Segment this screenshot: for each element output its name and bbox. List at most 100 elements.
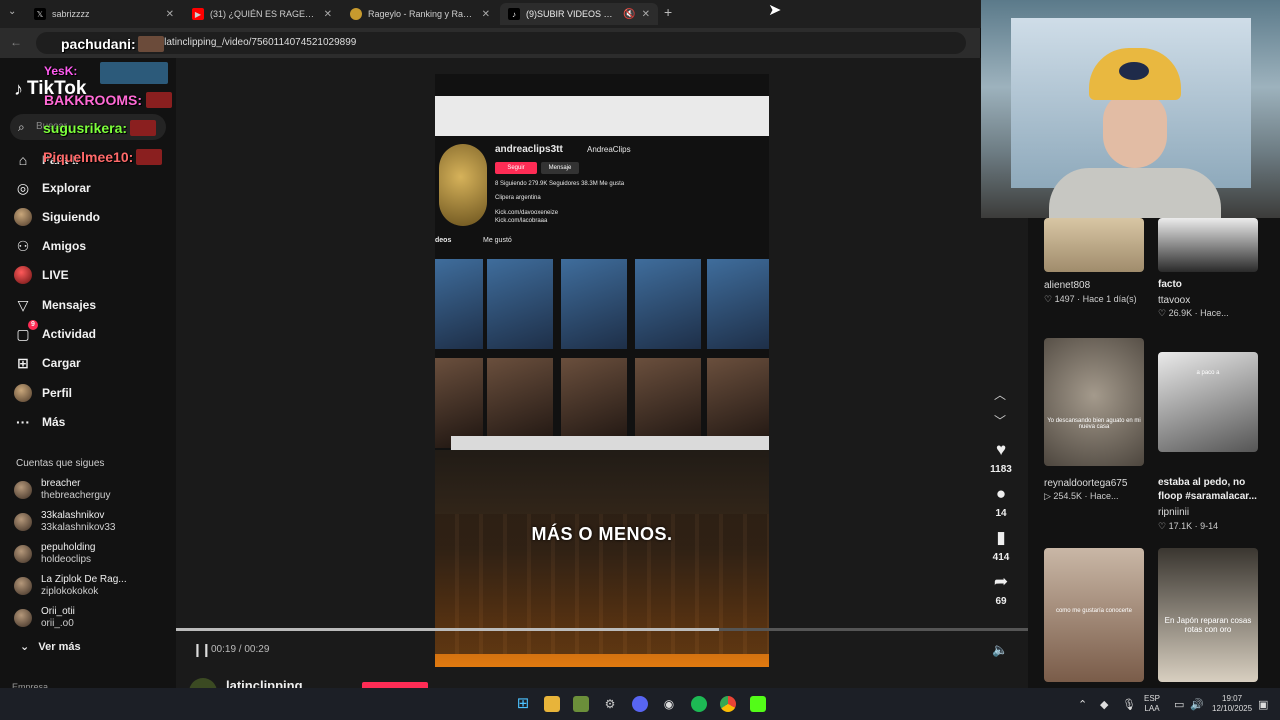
pause-icon[interactable]: ❙❙: [192, 642, 212, 658]
filmed-display-name: AndreaClips: [587, 145, 631, 154]
filmed-thumbnail: [487, 358, 553, 448]
back-arrow-icon[interactable]: ←: [10, 35, 22, 49]
filmed-profile-picture: [439, 144, 487, 226]
chat-username: pachudani:: [61, 36, 136, 52]
filmed-thumbnail: [635, 358, 701, 448]
filmed-bio: Clipera argentina: [495, 195, 541, 201]
kick-icon[interactable]: [750, 696, 766, 712]
card-title[interactable]: facto: [1158, 278, 1268, 292]
following-title: Cuentas que sigues: [16, 458, 105, 469]
save-button[interactable]: ▮ 414: [987, 528, 1015, 563]
discord-icon[interactable]: [632, 696, 648, 712]
nav-amigos[interactable]: ⚇ Amigos: [14, 234, 86, 258]
microphone-icon[interactable]: 🎙: [1122, 698, 1136, 711]
steam-icon[interactable]: ⚙: [602, 696, 618, 712]
language-indicator[interactable]: ESP LAA: [1144, 694, 1160, 714]
chevron-up-icon[interactable]: ︿: [994, 386, 1006, 403]
following-item[interactable]: 33kalashnikov 33kalashnikov33: [14, 508, 116, 536]
mouse-cursor-icon: ➤: [768, 2, 782, 19]
chevron-up-icon[interactable]: ⌃: [1078, 698, 1087, 711]
tab-youtube[interactable]: ▶ (31) ¿QUIÉN ES RAGEYLO? Lolo ✕: [184, 3, 340, 25]
like-button[interactable]: ♥ 1183: [987, 440, 1015, 475]
following-item[interactable]: Orii_otii orii_.o0: [14, 604, 75, 632]
clock[interactable]: 19:07 12/10/2025: [1212, 694, 1252, 714]
video-card[interactable]: [1158, 218, 1258, 272]
new-tab-button[interactable]: +: [664, 4, 672, 20]
minecraft-icon[interactable]: [573, 696, 589, 712]
streamer-hat: [1089, 48, 1181, 100]
nav-mensajes[interactable]: ▽ Mensajes: [14, 293, 96, 317]
card-title[interactable]: alienet808: [1044, 280, 1090, 291]
filmed-bio: Kick.com/lacobraaa: [495, 218, 548, 224]
youtube-icon: ▶: [192, 8, 204, 20]
tab-twitter[interactable]: 𝕏 sabrizzzz ✕: [26, 3, 182, 25]
windows-start-icon[interactable]: ⊞: [515, 696, 531, 712]
video-card[interactable]: [1044, 338, 1144, 466]
network-icon[interactable]: ▭: [1174, 698, 1184, 711]
following-item[interactable]: La Ziplok De Rag... ziplokokokok: [14, 572, 127, 600]
chat-username: YesK:: [44, 64, 78, 78]
volume-icon[interactable]: 🔈: [992, 642, 1008, 658]
chat-emote: [100, 62, 168, 84]
tab-rageylo[interactable]: Rageylo - Ranking y Racha de ✕: [342, 3, 498, 25]
card-caption: como me gustaría conocerte: [1055, 608, 1133, 614]
spotify-icon[interactable]: [691, 696, 707, 712]
search-icon: ⌕: [18, 120, 25, 134]
card-user[interactable]: ttavoox: [1158, 295, 1190, 306]
filmed-bio: Kick.com/davooxeneize: [495, 210, 559, 216]
following-item[interactable]: pepuholding holdeoclips: [14, 540, 96, 568]
card-stats: ♡ 17.1K · 9-14: [1158, 521, 1219, 531]
card-user[interactable]: ripniinii: [1158, 507, 1189, 518]
nav-live[interactable]: LIVE: [14, 263, 69, 287]
share-button[interactable]: ➦ 69: [987, 572, 1015, 607]
nav-actividad[interactable]: ▢ 9 Actividad: [14, 320, 96, 346]
filmed-taskbar: [451, 436, 769, 450]
comment-button[interactable]: ● 14: [987, 484, 1015, 519]
close-icon[interactable]: ✕: [324, 9, 332, 20]
filmed-follow-button: Seguir: [495, 162, 537, 174]
mute-tab-icon[interactable]: 🔇: [623, 9, 635, 20]
card-caption: a paco a: [1196, 370, 1220, 376]
security-icon[interactable]: ◆: [1100, 698, 1108, 711]
obs-icon[interactable]: ◉: [661, 696, 677, 712]
see-more-button[interactable]: ⌄ Ver más: [20, 640, 81, 653]
card-title[interactable]: estaba al pedo, no floop #saramalacar...: [1158, 476, 1268, 504]
close-icon[interactable]: ✕: [642, 9, 650, 20]
card-title[interactable]: reynaldoortega675: [1044, 478, 1127, 489]
notifications-icon[interactable]: ▣: [1258, 698, 1268, 711]
author-name[interactable]: latinclipping: [226, 678, 303, 688]
tab-search-icon[interactable]: ⌄: [8, 6, 16, 17]
chevron-down-icon[interactable]: ﹀: [994, 412, 1006, 429]
nav-cargar[interactable]: ⊞ Cargar: [14, 351, 81, 375]
file-explorer-icon[interactable]: [544, 696, 560, 712]
avatar: [14, 513, 32, 531]
video-card[interactable]: [1044, 548, 1144, 682]
video-card[interactable]: [1044, 218, 1144, 272]
video-card[interactable]: [1158, 548, 1258, 682]
speaker-icon[interactable]: 🔊: [1190, 698, 1204, 711]
nav-explorar[interactable]: ◎ Explorar: [14, 176, 91, 200]
filmed-tab-likes: Me gustó: [483, 237, 512, 244]
video-time: 00:19 / 00:29: [211, 644, 270, 655]
card-caption: En Japón reparan cosas rotas con oro: [1164, 616, 1252, 634]
avatar: [14, 481, 32, 499]
filmed-screen: andreaclips3tt AndreaClips Seguir Mensaj…: [435, 74, 769, 450]
nav-perfil[interactable]: Perfil: [14, 381, 72, 405]
live-icon: [14, 266, 32, 284]
close-icon[interactable]: ✕: [166, 9, 174, 20]
filmed-thumbnail: [435, 358, 483, 448]
url-field[interactable]: @latinclipping_/video/756011407452102989…: [36, 32, 966, 54]
chevron-down-icon: ⌄: [20, 641, 30, 653]
video-progress-bar[interactable]: [176, 628, 1028, 631]
upload-icon: ⊞: [17, 354, 29, 371]
chrome-icon[interactable]: [720, 696, 736, 712]
video-card[interactable]: [1158, 352, 1258, 452]
following-item[interactable]: breacher thebreacherguy: [14, 476, 111, 504]
nav-siguiendo[interactable]: Siguiendo: [14, 205, 100, 229]
close-icon[interactable]: ✕: [482, 9, 490, 20]
nav-mas[interactable]: ··· Más: [14, 410, 65, 434]
video-frame[interactable]: andreaclips3tt AndreaClips Seguir Mensaj…: [435, 74, 769, 667]
avatar: [14, 577, 32, 595]
tab-tiktok[interactable]: ♪ (9)SUBIR VIDEOS CON EL LI 🔇 ✕: [500, 3, 658, 25]
x-twitter-icon: 𝕏: [34, 8, 46, 20]
